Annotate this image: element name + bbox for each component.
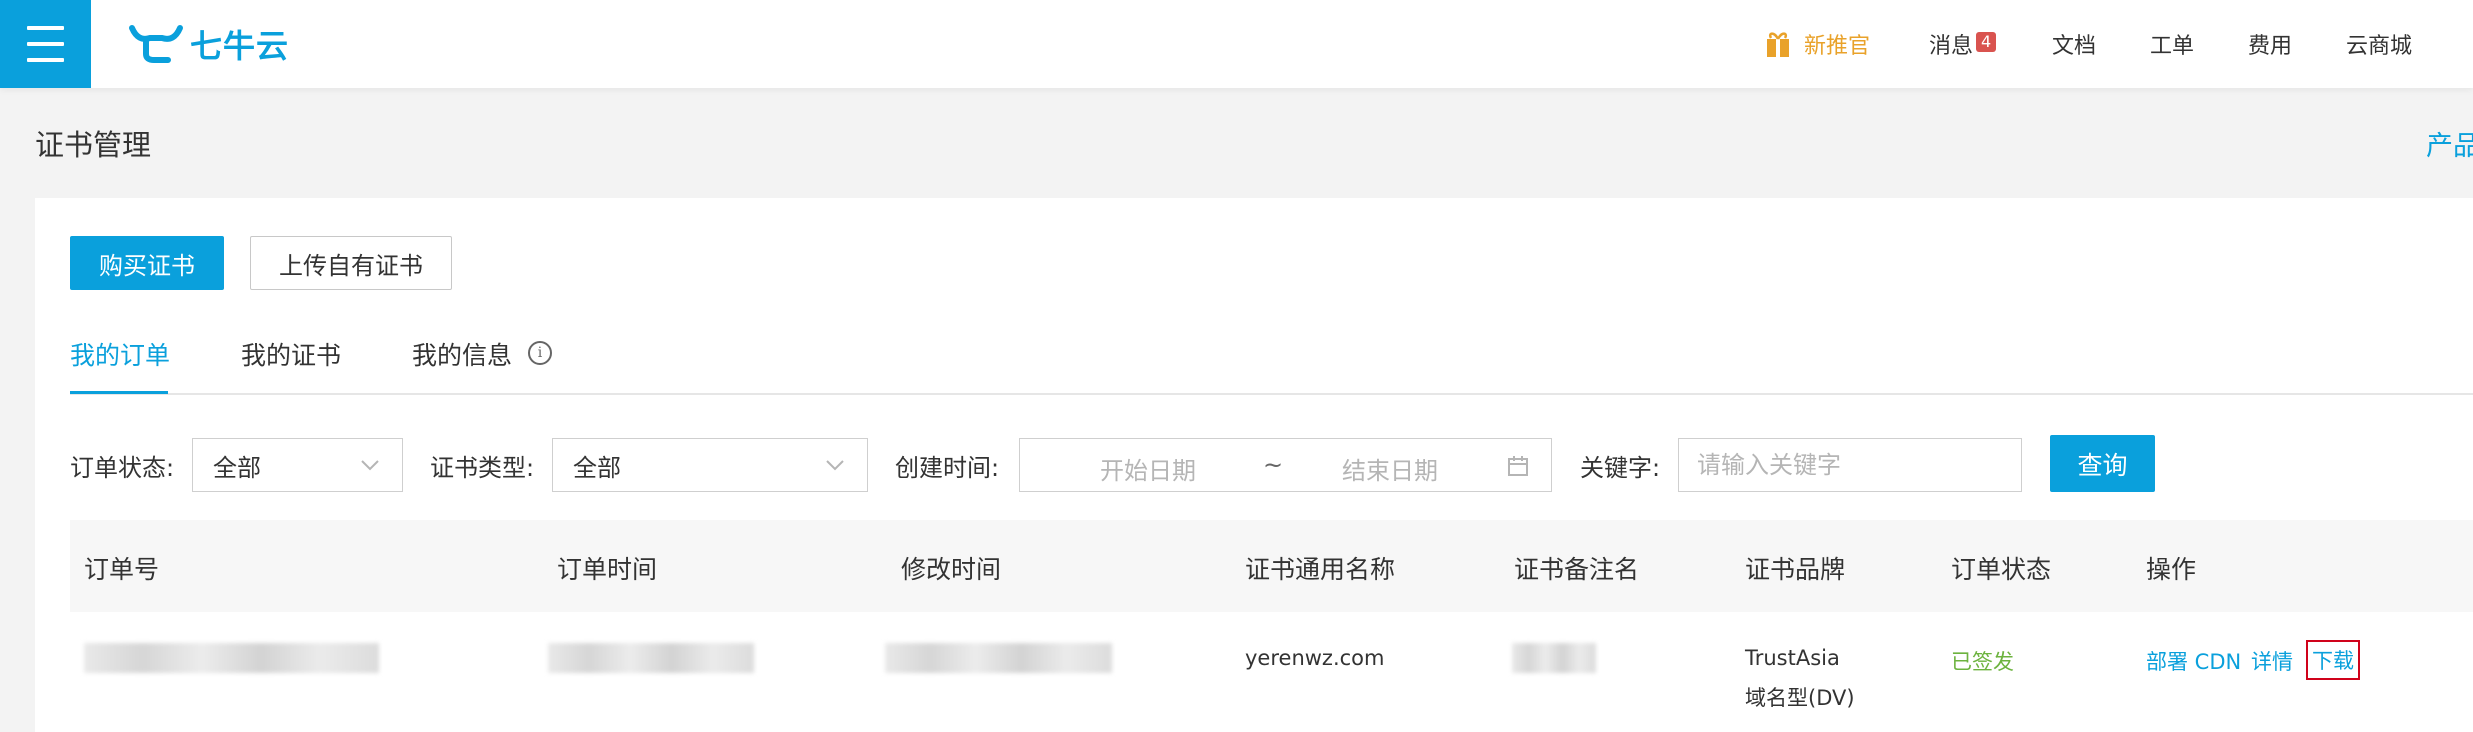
nav-store[interactable]: 云商城 — [2346, 0, 2412, 88]
tab-my-orders[interactable]: 我的订单 — [70, 336, 170, 372]
nav-store-label: 云商城 — [2346, 34, 2413, 59]
certificate-type-value: 全部 — [573, 453, 621, 482]
column-remark-name: 证书备注名 — [1514, 555, 1640, 584]
tabs-divider — [70, 393, 2473, 395]
download-link[interactable]: 下载 — [2306, 640, 2360, 680]
tab-my-certificates[interactable]: 我的证书 — [241, 336, 341, 372]
order-status-select[interactable]: 全部 — [192, 438, 403, 492]
qiniu-bull-icon — [129, 25, 183, 63]
qiniu-logo[interactable]: 七牛云 — [128, 20, 289, 68]
date-range-separator: ~ — [1263, 451, 1284, 479]
keyword-input[interactable] — [1678, 438, 2022, 492]
column-modified-time: 修改时间 — [901, 555, 1002, 584]
created-time-label: 创建时间: — [895, 454, 1000, 482]
redacted-order-time — [548, 643, 754, 673]
end-date-input[interactable]: 结束日期 — [1342, 451, 1438, 486]
tab-my-info[interactable]: 我的信息 — [412, 336, 512, 372]
hamburger-icon-bar — [27, 42, 64, 46]
page-title: 证书管理 — [35, 128, 152, 162]
hamburger-icon-bar — [27, 58, 64, 62]
redacted-order-number — [84, 643, 379, 673]
chevron-down-icon — [361, 460, 379, 471]
keyword-label: 关键字: — [1580, 454, 1661, 482]
certificate-type-label: 证书类型: — [430, 454, 535, 482]
nav-billing[interactable]: 费用 — [2248, 0, 2292, 88]
logo-text: 七牛云 — [190, 27, 290, 65]
nav-billing-label: 费用 — [2248, 34, 2293, 59]
buy-certificate-button[interactable]: 购买证书 — [70, 236, 224, 290]
column-brand: 证书品牌 — [1745, 555, 1846, 584]
upload-certificate-button[interactable]: 上传自有证书 — [250, 236, 452, 290]
product-link[interactable]: 产品 — [2426, 124, 2473, 163]
nav-gift-label: 新推官 — [1804, 34, 1871, 59]
date-range-picker[interactable]: 开始日期 ~ 结束日期 — [1019, 438, 1552, 492]
info-icon[interactable]: i — [528, 341, 552, 365]
nav-docs[interactable]: 文档 — [2052, 0, 2096, 88]
deploy-cdn-link[interactable]: 部署 CDN — [2146, 646, 2241, 676]
nav-messages[interactable]: 消息 4 — [1929, 0, 1997, 88]
column-order-time: 订单时间 — [557, 555, 658, 584]
nav-tickets-label: 工单 — [2150, 34, 2195, 59]
nav-gift[interactable]: 新推官 — [1766, 0, 1870, 88]
nav-tickets[interactable]: 工单 — [2150, 0, 2194, 88]
nav-messages-label: 消息 — [1929, 34, 1974, 59]
column-common-name: 证书通用名称 — [1245, 555, 1396, 584]
cell-common-name: yerenwz.com — [1245, 646, 1385, 670]
hamburger-icon — [27, 26, 64, 30]
chevron-down-icon — [826, 460, 844, 471]
nav-docs-label: 文档 — [2052, 34, 2097, 59]
start-date-input[interactable]: 开始日期 — [1100, 451, 1196, 486]
detail-link[interactable]: 详情 — [2251, 646, 2293, 676]
order-status-value: 全部 — [213, 453, 261, 482]
redacted-modified-time — [885, 643, 1112, 673]
cell-brand-line1: TrustAsia — [1745, 646, 1840, 670]
column-actions: 操作 — [2146, 555, 2197, 584]
messages-badge: 4 — [1976, 32, 1997, 52]
query-button[interactable]: 查询 — [2050, 435, 2155, 492]
cell-order-status: 已签发 — [1951, 650, 2014, 674]
certificate-type-select[interactable]: 全部 — [552, 438, 868, 492]
gift-icon — [1767, 32, 1789, 57]
top-bar: 七牛云 新推官 消息 4 文档 工单 费用 云商城 — [0, 0, 2473, 88]
column-order-number: 订单号 — [84, 555, 160, 584]
column-order-status: 订单状态 — [1951, 555, 2052, 584]
cell-brand-line2: 域名型(DV) — [1745, 686, 1855, 710]
calendar-icon[interactable] — [1507, 455, 1529, 477]
order-status-label: 订单状态: — [70, 454, 175, 482]
menu-button[interactable] — [0, 0, 91, 88]
active-tab-underline — [70, 391, 168, 394]
redacted-remark-name — [1512, 643, 1596, 673]
